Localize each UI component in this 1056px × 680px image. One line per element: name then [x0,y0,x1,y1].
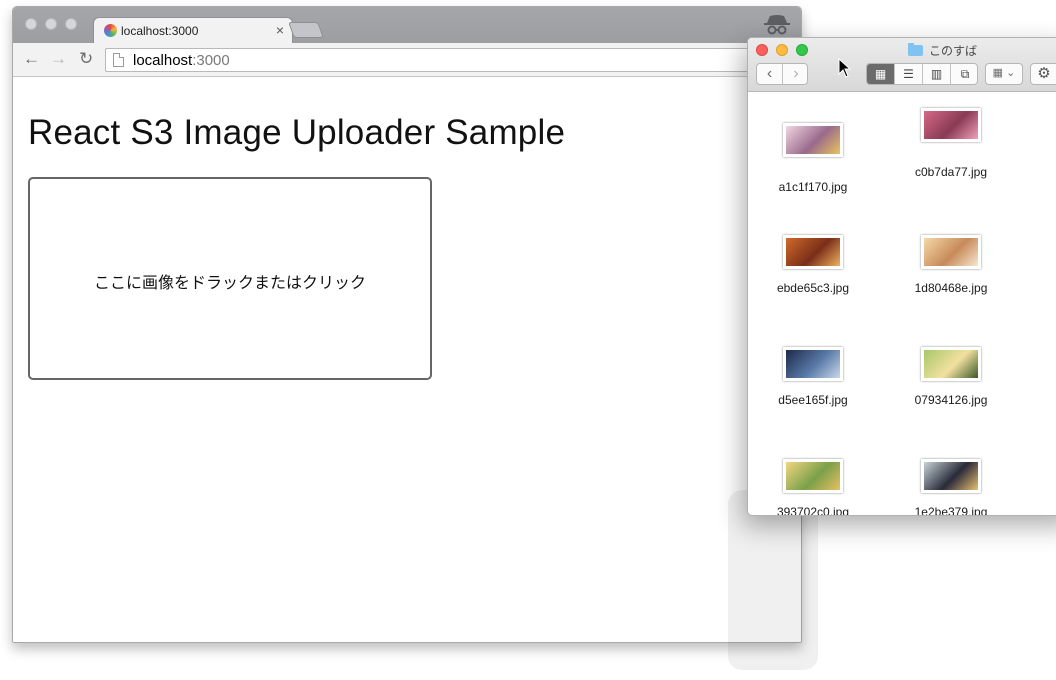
file-name: a1c1f170.jpg [778,180,848,194]
file-name: d5ee165f.jpg [778,393,848,407]
file-name: 393702c0.jpg [776,505,850,516]
image-thumbnail [921,459,981,493]
image-thumbnail [783,123,843,157]
finder-minimize-button[interactable] [776,44,788,56]
incognito-icon [764,15,790,35]
close-window-button[interactable] [25,18,37,30]
dropzone-label: ここに画像をドラックまたはクリック [93,275,366,292]
action-button[interactable]: ⚙ [1030,63,1056,85]
tab-localhost[interactable]: localhost:3000 × [93,17,293,43]
file-item[interactable]: c0b7da77.jpg [886,93,1016,193]
file-item[interactable]: 51 [1024,429,1056,515]
file-name: fe [1024,393,1056,407]
forward-button[interactable]: → [50,50,67,68]
favicon-icon [104,24,117,37]
file-item[interactable]: 393702c0.jpg [748,429,878,516]
file-item[interactable]: 1d80468e.jpg [886,205,1016,305]
file-name: bc [1024,165,1056,179]
file-grid: a1c1f170.jpg c0b7da77.jpg bc ebde65c3.jpg 1d… [748,93,1056,515]
file-item[interactable]: ebde65c3.jpg [748,205,878,305]
image-thumbnail [921,235,981,269]
finder-forward-button[interactable]: › [783,64,809,84]
file-name: 1d80468e.jpg [914,281,988,295]
file-item[interactable]: 07934126.jpg [886,317,1016,417]
file-item[interactable]: d5ee165f.jpg [748,317,878,417]
url-text: localhost:3000 [133,52,230,69]
tab-close-icon[interactable]: × [276,22,284,38]
column-view-button[interactable]: ▥ [923,64,951,84]
file-name: 1e2be379.jpg [914,505,988,516]
view-mode-group: ▦ ☰ ▥ ⧉ [866,63,978,85]
finder-back-button[interactable]: ‹ [757,64,783,84]
list-view-button[interactable]: ☰ [895,64,923,84]
mouse-cursor-icon [838,58,852,78]
finder-titlebar: このすば ‹ › ▦ ☰ ▥ ⧉ ▦ ⌄ ⚙ [748,38,1056,92]
gear-icon: ⚙ [1037,65,1051,82]
window-shadow [728,490,818,670]
file-item[interactable]: 1e2be379.jpg [886,429,1016,516]
new-tab-button[interactable] [288,22,324,38]
file-name: 51 [1024,505,1056,515]
browser-window: localhost:3000 × ← → ↻ localhost:3000 Re… [12,6,802,643]
page-content: React S3 Image Uploader Sample ここに画像をドラッ… [13,78,801,642]
file-name: c0b7da77.jpg [914,165,988,179]
finder-nav-group: ‹ › [756,63,808,85]
browser-toolbar: ← → ↻ localhost:3000 [13,43,801,77]
finder-close-button[interactable] [756,44,768,56]
tab-title: localhost:3000 [121,24,199,38]
page-icon [113,53,124,67]
minimize-window-button[interactable] [45,18,57,30]
file-item[interactable]: a1c1f170.jpg [748,93,878,194]
image-thumbnail [783,347,843,381]
file-name: ebde65c3.jpg [776,281,850,295]
arrange-button[interactable]: ▦ ⌄ [985,63,1023,85]
arrange-icon: ▦ ⌄ [992,67,1016,79]
image-thumbnail [921,347,981,381]
image-thumbnail [783,459,843,493]
desktop: localhost:3000 × ← → ↻ localhost:3000 Re… [0,0,1056,680]
image-thumbnail [921,108,981,142]
image-thumbnail [783,235,843,269]
zoom-window-button[interactable] [65,18,77,30]
file-item[interactable]: fe [1024,317,1056,417]
page-title: React S3 Image Uploader Sample [28,113,566,152]
back-button[interactable]: ← [23,50,40,68]
coverflow-view-button[interactable]: ⧉ [951,64,977,84]
reload-button[interactable]: ↻ [79,50,93,68]
finder-zoom-button[interactable] [796,44,808,56]
folder-icon [908,43,923,56]
file-name: 07934126.jpg [914,393,988,407]
address-bar[interactable]: localhost:3000 [105,48,795,72]
image-dropzone[interactable]: ここに画像をドラックまたはクリック [28,177,432,380]
finder-title: このすば [929,44,978,58]
icon-view-button[interactable]: ▦ [867,64,895,84]
file-item[interactable]: bc [1024,93,1056,193]
tab-strip: localhost:3000 × [13,7,801,43]
file-item[interactable]: ec [1024,205,1056,305]
finder-window: このすば ‹ › ▦ ☰ ▥ ⧉ ▦ ⌄ ⚙ a1c1f170.jpg c0b7d… [747,37,1056,516]
file-name: ec [1024,281,1056,295]
